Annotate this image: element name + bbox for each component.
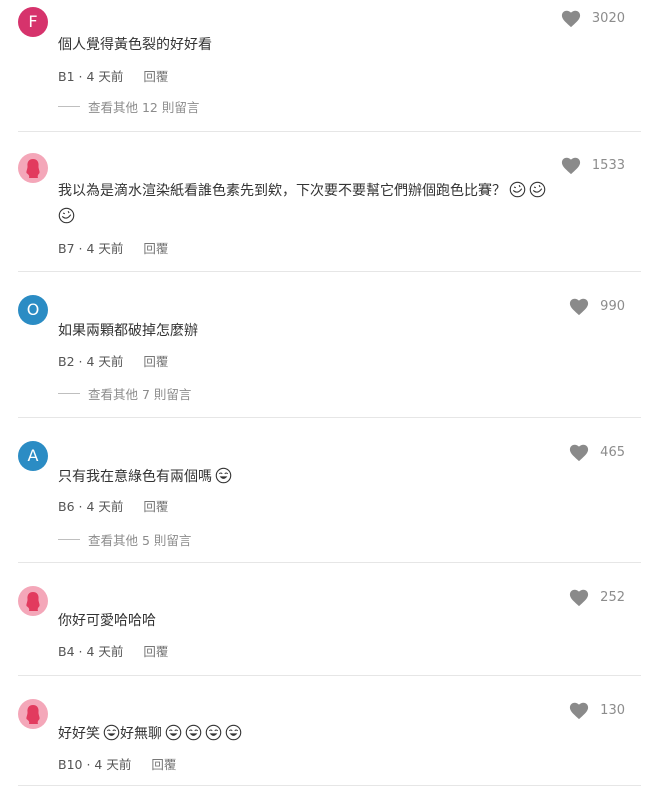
heart-icon [570, 702, 589, 720]
avatar[interactable] [18, 699, 48, 729]
female-silhouette-icon [26, 705, 40, 724]
comment-text: 好好笑 好無聊 [58, 721, 242, 747]
like-button[interactable]: 130 [568, 700, 625, 720]
heart-icon [570, 589, 589, 607]
floor-number: B10 [58, 757, 83, 772]
like-count: 465 [600, 444, 625, 460]
comment-text: 如果兩顆都破掉怎麼辦 [58, 323, 198, 339]
timestamp: 4 天前 [94, 757, 132, 772]
reply-button[interactable]: 回覆 [143, 241, 168, 256]
tears-of-joy-emoji-icon [205, 724, 222, 741]
like-button[interactable]: 252 [568, 587, 625, 607]
tears-of-joy-emoji-icon [225, 724, 242, 741]
avatar[interactable]: F [18, 7, 48, 37]
comment-meta: B4 · 4 天前 回覆 [58, 644, 169, 659]
tears-of-joy-emoji-icon [103, 724, 120, 741]
username-redacted [52, 580, 156, 606]
avatar[interactable] [18, 153, 48, 183]
female-silhouette-icon [26, 592, 40, 611]
timestamp: 4 天前 [86, 69, 124, 84]
rolling-laughing-emoji-icon [58, 207, 75, 224]
avatar-letter: A [27, 446, 39, 465]
timestamp: 4 天前 [86, 644, 124, 659]
reply-button[interactable]: 回覆 [151, 757, 176, 772]
avatar[interactable]: O [18, 295, 48, 325]
comment-meta: B1 · 4 天前 回覆 [58, 69, 169, 84]
comment-divider [18, 131, 641, 132]
comment-meta: B7 · 4 天前 回覆 [58, 241, 169, 256]
avatar[interactable] [18, 586, 48, 616]
comment-divider [18, 785, 641, 786]
floor-number: B4 [58, 644, 75, 659]
reply-button[interactable]: 回覆 [143, 499, 168, 514]
comment-meta: B6 · 4 天前 回覆 [58, 499, 169, 514]
like-count: 990 [600, 298, 625, 314]
avatar[interactable]: A [18, 441, 48, 471]
like-count: 252 [600, 589, 625, 605]
tears-of-joy-emoji-icon [215, 467, 232, 484]
comment-text: 我以為是滴水渲染紙看誰色素先到欸，下次要不要幫它們辦個跑色比賽？ [58, 178, 618, 230]
timestamp: 4 天前 [86, 354, 124, 369]
tears-of-joy-emoji-icon [185, 724, 202, 741]
comment-divider [18, 675, 641, 676]
comment-text: 只有我在意綠色有兩個嗎 [58, 464, 232, 490]
heart-icon [570, 444, 589, 462]
heart-icon [561, 10, 580, 28]
avatar-letter: F [28, 12, 38, 31]
comment-text: 你好可愛哈哈哈 [58, 613, 156, 629]
comment-meta: B2 · 4 天前 回覆 [58, 354, 169, 369]
username-redacted [52, 289, 108, 315]
heart-icon [570, 298, 589, 316]
view-more-replies-label: 查看其他 12 則留言 [88, 100, 200, 115]
like-button[interactable]: 1533 [560, 155, 625, 175]
floor-number: B6 [58, 499, 75, 514]
like-button[interactable]: 3020 [560, 8, 625, 28]
avatar-letter: O [26, 300, 40, 319]
username-redacted [52, 435, 92, 461]
username-redacted [52, 693, 184, 719]
view-more-replies-label: 查看其他 7 則留言 [88, 387, 192, 402]
view-more-replies[interactable]: 查看其他 7 則留言 [58, 384, 191, 403]
floor-number: B1 [58, 69, 75, 84]
comment-text: 個人覺得黃色裂的好好看 [58, 37, 212, 53]
like-count: 1533 [591, 157, 625, 173]
username-redacted [52, 4, 90, 30]
view-more-replies[interactable]: 查看其他 12 則留言 [58, 97, 199, 116]
floor-number: B2 [58, 354, 75, 369]
like-count: 3020 [591, 10, 625, 26]
like-button[interactable]: 990 [568, 296, 625, 316]
comment-divider [18, 417, 641, 418]
rolling-laughing-emoji-icon [509, 181, 526, 198]
like-count: 130 [600, 702, 625, 718]
comment-meta: B10 · 4 天前 回覆 [58, 757, 177, 772]
view-more-replies-label: 查看其他 5 則留言 [88, 533, 192, 548]
username-redacted [52, 140, 212, 166]
floor-number: B7 [58, 241, 75, 256]
timestamp: 4 天前 [86, 499, 124, 514]
divider-dash [58, 539, 80, 540]
timestamp: 4 天前 [86, 241, 124, 256]
like-button[interactable]: 465 [568, 442, 625, 462]
reply-button[interactable]: 回覆 [143, 644, 168, 659]
divider-dash [58, 393, 80, 394]
comment-divider [18, 271, 641, 272]
reply-button[interactable]: 回覆 [143, 354, 168, 369]
comment-divider [18, 562, 641, 563]
rolling-laughing-emoji-icon [529, 181, 546, 198]
view-more-replies[interactable]: 查看其他 5 則留言 [58, 530, 191, 549]
divider-dash [58, 106, 80, 107]
reply-button[interactable]: 回覆 [143, 69, 168, 84]
heart-icon [561, 157, 580, 175]
female-silhouette-icon [26, 159, 40, 178]
tears-of-joy-emoji-icon [165, 724, 182, 741]
